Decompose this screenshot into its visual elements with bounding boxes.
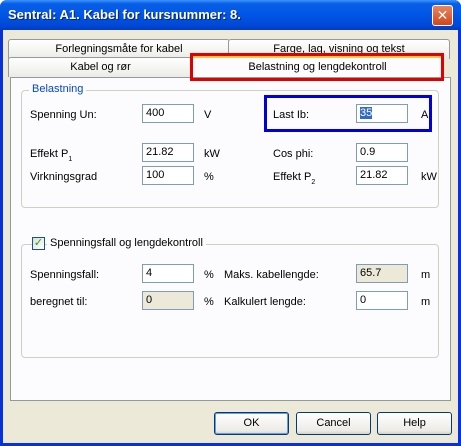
close-button[interactable]: ✕	[432, 5, 453, 26]
ok-button[interactable]: OK	[214, 412, 289, 435]
kalkulert-lengde-field[interactable]: 0	[356, 291, 408, 310]
virkningsgrad-field[interactable]: 100	[142, 166, 194, 185]
close-icon: ✕	[436, 7, 449, 23]
effekt-p2-label: Effekt P2	[273, 171, 316, 186]
spenning-field[interactable]: 400	[142, 104, 194, 123]
maks-kabellengde-field: 65.7	[356, 264, 408, 283]
effekt-p2-unit: kW	[421, 171, 437, 183]
effekt-p1-field[interactable]: 21.82	[142, 143, 194, 162]
spenning-unit: V	[204, 109, 212, 121]
help-button[interactable]: Help	[377, 412, 452, 435]
check-icon: ✓	[33, 237, 44, 249]
highlight-last-ib	[264, 95, 432, 132]
kalkulert-lengde-label: Kalkulert lengde:	[224, 296, 306, 308]
title-bar[interactable]: Sentral: A1. Kabel for kursnummer: 8. ✕	[0, 0, 461, 30]
effekt-p2-field[interactable]: 21.82	[356, 166, 408, 185]
effekt-p1-label: Effekt P1	[30, 148, 73, 163]
spenningsfall-checkbox-label[interactable]: Spenningsfall og lengdekontroll	[47, 237, 206, 249]
dialog-window: Sentral: A1. Kabel for kursnummer: 8. ✕ …	[0, 0, 461, 446]
highlight-active-tab	[190, 53, 444, 81]
tab-kabel-og-ror[interactable]: Kabel og rør	[8, 57, 193, 77]
effekt-p1-unit: kW	[204, 148, 220, 160]
spenningsfall-field[interactable]: 4	[142, 264, 194, 283]
window-title: Sentral: A1. Kabel for kursnummer: 8.	[8, 7, 241, 22]
virkningsgrad-unit: %	[204, 171, 214, 183]
kalkulert-lengde-unit: m	[421, 296, 431, 308]
cos-phi-field[interactable]: 0.9	[356, 143, 408, 162]
spenningsfall-checkbox[interactable]: ✓	[32, 237, 45, 250]
maks-kabellengde-label: Maks. kabellengde:	[224, 269, 319, 281]
spenning-label: Spenning Un:	[30, 109, 97, 121]
spenningsfall-label: Spenningsfall:	[30, 269, 100, 281]
belastning-group-title: Belastning	[29, 83, 87, 95]
cos-phi-label: Cos phi:	[273, 148, 314, 160]
cancel-button[interactable]: Cancel	[296, 412, 371, 435]
spenningsfall-unit: %	[204, 269, 214, 281]
dialog-client: Forlegningsmåte for kabel Farge, lag, vi…	[3, 30, 458, 443]
beregnet-til-label: beregnet til:	[30, 296, 88, 308]
virkningsgrad-label: Virkningsgrad	[30, 171, 98, 183]
beregnet-til-unit: %	[204, 296, 214, 308]
beregnet-til-field: 0	[142, 291, 194, 310]
maks-kabellengde-unit: m	[421, 269, 431, 281]
